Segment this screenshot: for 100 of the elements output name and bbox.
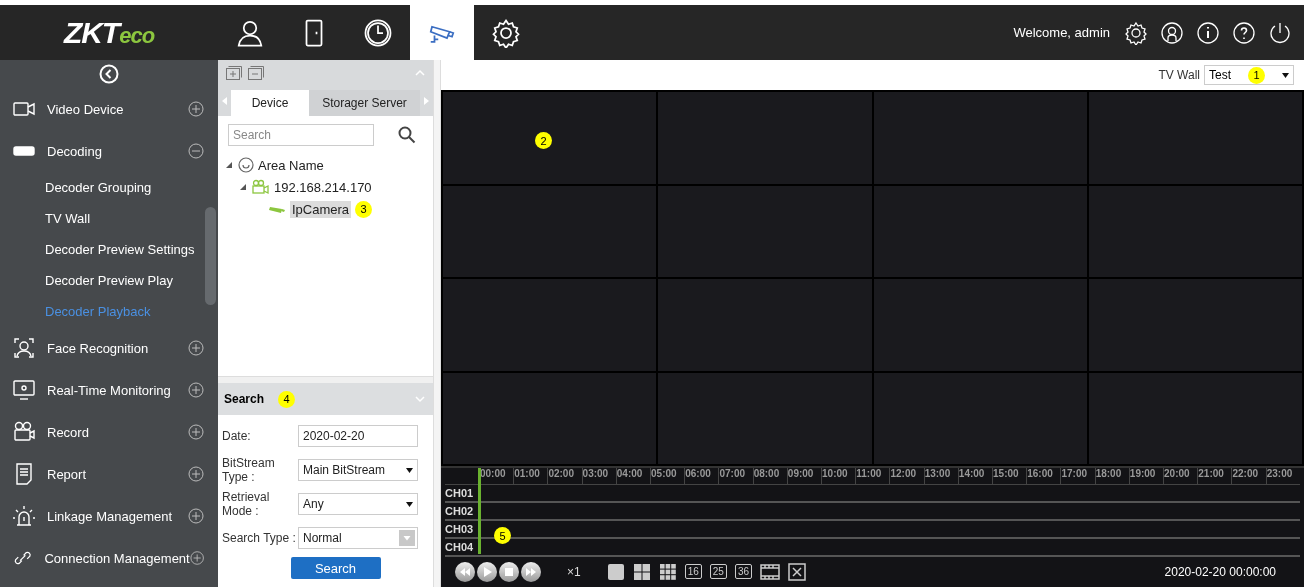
expand-icon[interactable] — [188, 101, 204, 117]
submenu-item[interactable]: Decoder Preview Settings — [0, 234, 218, 265]
tree-node[interactable]: 192.168.214.170 — [274, 179, 372, 195]
playback-time: 2020-02-20 00:00:00 — [1164, 564, 1276, 579]
sidebar-item[interactable]: Report — [0, 453, 218, 495]
tree-node[interactable]: IpCamera — [290, 200, 352, 218]
sidebar-item[interactable]: Decoding — [0, 130, 218, 172]
video-cell[interactable] — [658, 92, 872, 184]
face-scan-icon — [12, 336, 36, 360]
field-label: TV Wall — [1158, 68, 1200, 82]
info-icon[interactable] — [1196, 20, 1220, 45]
sidebar-item[interactable]: Face Recognition — [0, 327, 218, 369]
hour-label: 15:00 — [992, 468, 1027, 484]
search-button[interactable]: Search — [290, 557, 381, 579]
channel-label: CH01 — [445, 487, 475, 499]
fast-forward-icon — [525, 565, 537, 578]
play-button[interactable] — [477, 561, 497, 582]
rewind-button[interactable] — [455, 561, 475, 582]
sidebar-item[interactable]: Real-Time Monitoring — [0, 369, 218, 411]
play-icon — [481, 565, 493, 578]
video-cell[interactable] — [873, 372, 1087, 464]
help-icon[interactable] — [1232, 20, 1256, 45]
grid-layout-button[interactable]: 36 — [734, 564, 753, 579]
search-field[interactable]: Search — [228, 124, 374, 146]
callout-marker: 3 — [355, 200, 373, 218]
dropdown[interactable]: Test 1 — [1204, 65, 1294, 85]
stop-button[interactable] — [499, 561, 519, 582]
expand-icon[interactable] — [188, 382, 204, 398]
hour-label: 22:00 — [1231, 468, 1266, 484]
power-icon[interactable] — [1268, 20, 1292, 45]
submenu-item[interactable]: Decoder Grouping — [0, 172, 218, 203]
expand-toggle-icon[interactable] — [240, 184, 246, 190]
sidebar-item[interactable]: Record — [0, 411, 218, 453]
video-cell[interactable] — [1088, 372, 1302, 464]
channel-label: CH03 — [445, 523, 475, 535]
expand-toggle-icon[interactable] — [226, 162, 232, 168]
tab[interactable]: Device — [231, 90, 309, 116]
sidebar-item[interactable]: Connection Management — [0, 537, 218, 579]
hour-label: 21:00 — [1197, 468, 1232, 484]
tab[interactable]: Storager Server — [309, 90, 420, 116]
submenu-item[interactable]: Decoder Preview Play — [0, 265, 218, 296]
video-cell[interactable] — [658, 185, 872, 277]
expand-icon[interactable] — [188, 340, 204, 356]
sidebar-item[interactable]: Video Device — [0, 88, 218, 130]
logo: ZKTeco — [62, 15, 156, 50]
video-cell[interactable] — [443, 185, 657, 277]
quad-view-icon[interactable] — [632, 562, 651, 581]
hour-label: 09:00 — [786, 468, 822, 484]
grid-layout-button[interactable]: 16 — [684, 564, 702, 579]
rewind-icon — [459, 565, 471, 578]
video-cell[interactable] — [658, 279, 872, 371]
channel-label: CH04 — [445, 541, 475, 553]
submenu-item[interactable]: TV Wall — [0, 203, 218, 234]
single-view-icon[interactable] — [606, 562, 625, 581]
video-cell[interactable] — [873, 279, 1087, 371]
fast-forward-button[interactable] — [521, 561, 541, 582]
grid-layout-button[interactable]: 25 — [709, 564, 727, 579]
expand-icon[interactable] — [188, 508, 204, 524]
callout-marker: 5 — [494, 527, 511, 544]
nine-view-icon[interactable] — [658, 562, 677, 581]
video-cell[interactable] — [443, 279, 657, 371]
expand-icon[interactable] — [188, 466, 204, 482]
video-cell[interactable] — [1088, 279, 1302, 371]
tree-node[interactable]: Area Name — [258, 157, 324, 173]
date-field[interactable]: 2020-02-20 — [298, 425, 418, 447]
dropdown[interactable]: Normal — [298, 527, 418, 549]
video-cell[interactable] — [1088, 185, 1302, 277]
hour-label: 12:00 — [889, 468, 924, 484]
video-recorder-icon — [12, 420, 36, 444]
close-icon[interactable] — [788, 562, 807, 581]
panel-title: Search — [224, 392, 265, 406]
hour-label: 17:00 — [1060, 468, 1095, 484]
video-cell[interactable]: 2 — [443, 92, 657, 184]
hour-label: 18:00 — [1094, 468, 1129, 484]
film-icon[interactable] — [760, 562, 781, 581]
timeline[interactable]: 00:00 01:00 02:00 03:00 04:00 05:00 06:00 07:00 08:00 09:00 10:00 11:00 12:00 13:00 14:00 15:00 16:00 17:00 18:00 19:00 20:00 21:00 22:00 23:00 CH01 CH02 CH03 5 CH04 — [441, 466, 1304, 556]
welcome-text: Welcome, admin — [1013, 25, 1110, 40]
dropdown[interactable]: Main BitStream — [298, 459, 418, 481]
field-label: Search Type : — [222, 530, 297, 546]
video-camera-icon — [252, 179, 270, 195]
collapse-all-icon[interactable] — [248, 66, 264, 80]
scrollbar[interactable] — [205, 207, 216, 305]
settings-icon[interactable] — [1124, 20, 1148, 45]
hour-label: 08:00 — [752, 468, 787, 484]
sidebar-item[interactable]: Linkage Management — [0, 495, 218, 537]
video-cell[interactable] — [443, 372, 657, 464]
video-cell[interactable] — [873, 92, 1087, 184]
splitter-handle[interactable] — [434, 60, 441, 587]
expand-icon[interactable] — [188, 424, 204, 440]
video-cell[interactable] — [658, 372, 872, 464]
expand-all-icon[interactable] — [226, 66, 242, 80]
alarm-light-icon — [12, 504, 36, 528]
hour-label: 07:00 — [718, 468, 753, 484]
video-cell[interactable] — [873, 185, 1087, 277]
dropdown[interactable]: Any — [298, 493, 418, 515]
splitter-handle[interactable] — [218, 376, 433, 383]
search-icon[interactable] — [398, 126, 416, 144]
expand-icon[interactable] — [189, 550, 204, 566]
user-icon[interactable] — [1160, 20, 1184, 45]
video-cell[interactable] — [1088, 92, 1302, 184]
